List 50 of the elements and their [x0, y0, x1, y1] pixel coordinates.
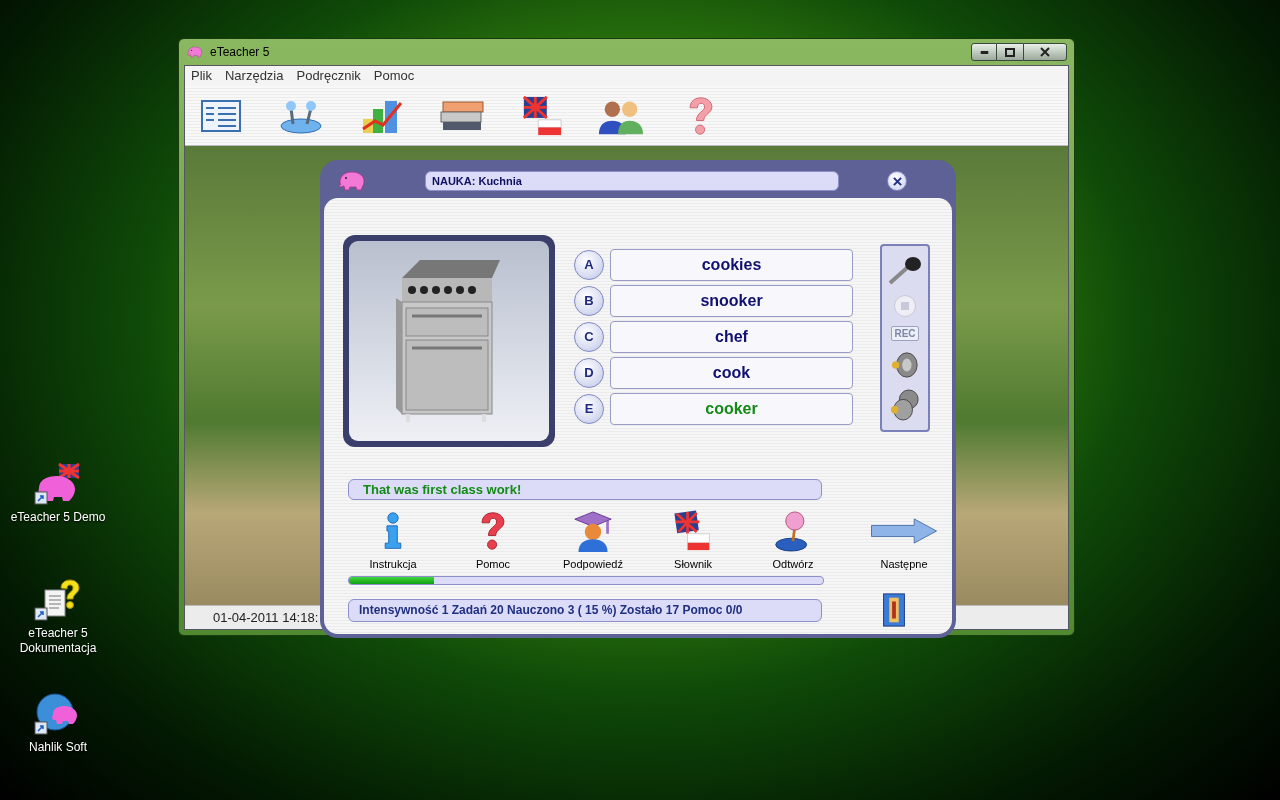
flags-icon: [673, 508, 713, 553]
close-icon: [1040, 47, 1050, 57]
answer-letter[interactable]: B: [574, 286, 604, 316]
desktop-icon-label[interactable]: Nahlik Soft: [3, 740, 113, 755]
flags-icon[interactable]: [521, 94, 563, 137]
close-icon: [892, 176, 902, 186]
elephant-icon: [336, 168, 368, 194]
books-icon[interactable]: [439, 99, 487, 132]
minimize-icon: [979, 50, 989, 54]
app-logo-icon: [186, 44, 204, 60]
tool-button[interactable]: Odtwórz: [743, 506, 843, 572]
menu-item[interactable]: Narzędzia: [224, 66, 284, 86]
desktop-icon-label[interactable]: eTeacher 5 Dokumentacja: [3, 626, 113, 656]
stop-icon: [901, 301, 909, 310]
menu-item[interactable]: Plik: [191, 66, 212, 86]
speakers-icon[interactable]: [890, 389, 920, 422]
dialog-title: NAUKA: Kuchnia: [432, 173, 522, 189]
maximize-icon: [1005, 47, 1015, 57]
answer-option[interactable]: cookies: [610, 249, 853, 281]
menu-item[interactable]: Pomoc: [373, 66, 415, 86]
answer-letter[interactable]: E: [574, 394, 604, 424]
answer-option[interactable]: snooker: [610, 285, 853, 317]
right-arrow-icon: [869, 517, 939, 544]
tool-button[interactable]: Słownik: [643, 506, 743, 572]
speaker-icon[interactable]: [891, 351, 919, 380]
list-window-icon[interactable]: [201, 99, 241, 132]
microphone-icon[interactable]: [888, 254, 922, 285]
answer-option[interactable]: cook: [610, 357, 853, 389]
tool-button[interactable]: Instrukcja: [343, 506, 443, 572]
desktop-icon-label[interactable]: eTeacher 5 Demo: [3, 510, 113, 525]
status-datetime: 01-04-2011 14:18:: [213, 608, 319, 627]
answer-option[interactable]: cooker: [610, 393, 853, 425]
graduate-icon: [573, 508, 613, 553]
minimize-button[interactable]: [971, 43, 997, 61]
answer-letter[interactable]: C: [574, 322, 604, 352]
answer-letter[interactable]: A: [574, 250, 604, 280]
dialog-close-button[interactable]: [887, 171, 907, 191]
close-button[interactable]: [1023, 43, 1067, 61]
tool-button[interactable]: Podpowiedź: [543, 506, 643, 572]
menu-item[interactable]: Podręcznik: [296, 66, 361, 86]
maximize-button[interactable]: [997, 43, 1023, 61]
tool-button[interactable]: Następne: [859, 506, 949, 572]
door-icon[interactable]: [881, 592, 907, 628]
answer-letter[interactable]: D: [574, 358, 604, 388]
answer-option[interactable]: chef: [610, 321, 853, 353]
window-title: eTeacher 5: [210, 44, 270, 61]
document-question-icon: [33, 578, 83, 622]
tool-button[interactable]: Pomoc: [443, 506, 543, 572]
feedback-text: That was first class work!: [363, 480, 522, 499]
stats-text: Intensywność 1 Zadań 20 Nauczono 3 ( 15 %) Zostało 17 Pomoc 0/0: [359, 602, 743, 619]
